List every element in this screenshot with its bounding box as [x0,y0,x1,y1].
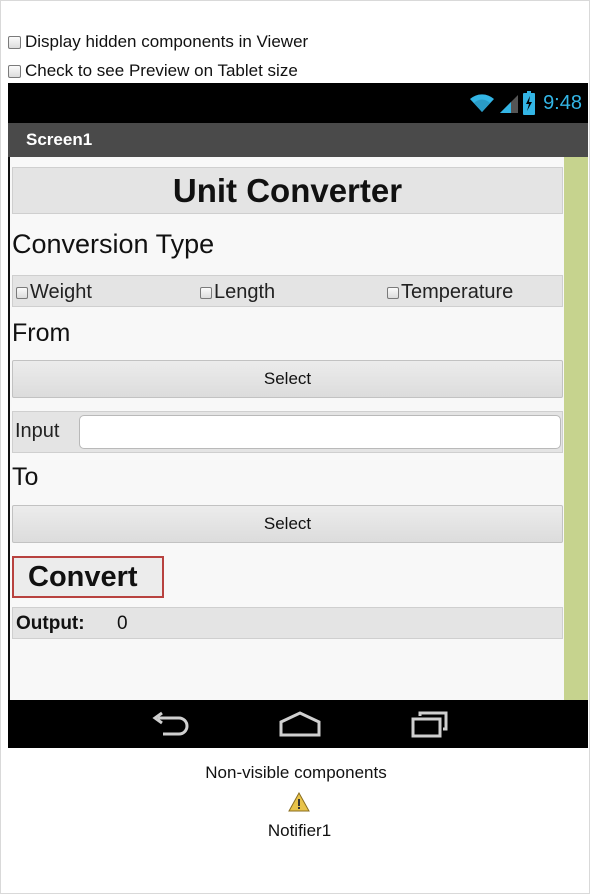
temperature-label: Temperature [401,281,514,303]
output-label: Output: [16,613,85,634]
signal-icon [499,92,519,114]
status-clock: 9:48 [543,91,582,114]
status-bar: 9:48 [8,83,588,123]
screen-canvas: Unit Converter Conversion Type Weight Le… [8,157,588,700]
display-hidden-option[interactable]: Display hidden components in Viewer [8,31,308,53]
conversion-type-options: Weight Length Temperature [12,275,563,307]
non-visible-components-heading: Non-visible components [205,763,387,782]
from-label: From [12,319,71,347]
from-select-button[interactable]: Select [12,360,563,398]
notifier-label[interactable]: Notifier1 [1,821,590,841]
unit-converter-heading: Unit Converter [12,167,563,214]
output-row: Output: 0 [12,607,563,639]
tablet-preview-option[interactable]: Check to see Preview on Tablet size [8,60,298,82]
to-label: To [12,463,39,491]
length-option[interactable]: Length [200,281,275,304]
screen-scrollbar[interactable] [564,157,588,700]
temperature-option[interactable]: Temperature [387,281,513,304]
length-label: Length [214,281,276,303]
navigation-bar [8,700,588,748]
warning-icon[interactable] [288,791,310,812]
recent-apps-button[interactable] [408,710,452,738]
screen-title-bar: Screen1 [8,123,588,157]
back-button[interactable] [149,710,193,738]
input-field[interactable] [79,415,561,449]
wifi-icon [469,92,495,114]
status-icons: 9:48 [469,90,582,116]
home-icon [279,711,321,737]
input-label: Input [15,420,60,442]
weight-checkbox[interactable] [16,286,28,299]
length-checkbox[interactable] [200,286,212,299]
designer-viewer: Display hidden components in Viewer Chec… [0,0,590,894]
tablet-preview-label: Check to see Preview on Tablet size [25,61,298,80]
battery-icon [523,91,536,115]
display-hidden-label: Display hidden components in Viewer [25,32,309,51]
to-select-button[interactable]: Select [12,505,563,543]
weight-label: Weight [30,281,92,303]
output-value: 0 [117,613,128,634]
weight-option[interactable]: Weight [16,281,92,304]
convert-button[interactable]: Convert [12,556,164,598]
phone-preview: 9:48 Screen1 Unit Converter Conversion T… [8,83,588,748]
home-button[interactable] [278,710,322,738]
conversion-type-label: Conversion Type [12,229,215,259]
recent-apps-icon [411,711,448,738]
back-icon [152,711,189,736]
input-row: Input [12,411,563,453]
display-hidden-checkbox[interactable] [8,35,21,49]
tablet-preview-checkbox[interactable] [8,64,21,78]
screen-title: Screen1 [26,130,93,149]
temperature-checkbox[interactable] [387,286,399,299]
